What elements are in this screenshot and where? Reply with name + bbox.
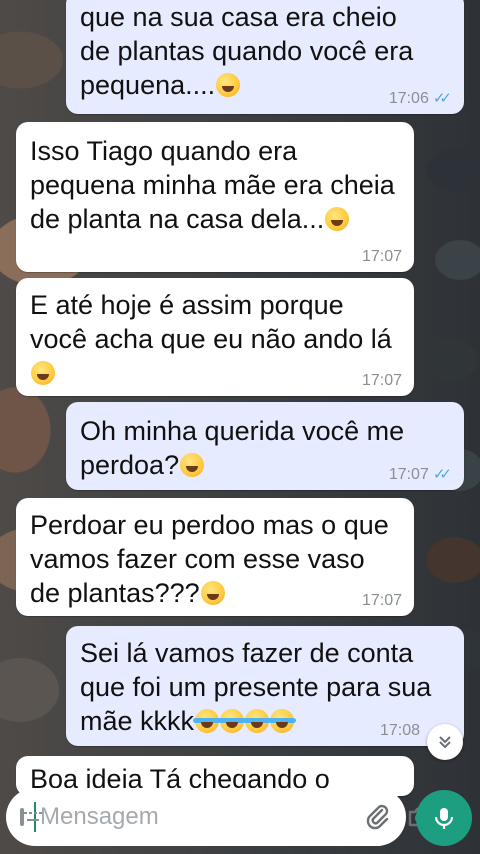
message-time: 17:07 — [388, 466, 429, 483]
grinning-sweat-emoji-icon — [200, 581, 225, 605]
disappointed-face-emoji-icon — [31, 361, 55, 385]
read-receipt-icon: ✓✓ — [432, 90, 452, 107]
message-composer — [6, 788, 432, 846]
message-bubble-outgoing[interactable]: que na sua casa era cheio de plantas qua… — [66, 0, 464, 114]
message-time: 17:07 — [361, 372, 402, 389]
attach-button[interactable] — [364, 802, 392, 832]
tears-of-joy-emoji-icon — [243, 709, 272, 733]
steaming-face-emoji-icon — [325, 207, 350, 231]
message-line: Sei lá vamos fazer de conta — [80, 638, 414, 668]
message-meta: 17:07 ✓✓ — [389, 466, 452, 484]
tears-of-joy-emoji-icon — [268, 709, 297, 733]
scroll-to-bottom-button[interactable] — [427, 724, 463, 760]
message-list[interactable]: que na sua casa era cheio de plantas qua… — [0, 0, 480, 854]
tears-of-joy-emoji-icon — [218, 709, 247, 733]
message-meta: 17:07 — [362, 592, 402, 610]
message-bubble-outgoing[interactable]: Oh minha querida você me perdoa? 17:07 ✓… — [66, 402, 464, 490]
message-line: de plantas??? — [30, 578, 200, 608]
keyboard-icon[interactable] — [20, 808, 42, 826]
message-time: 17:07 — [361, 248, 402, 265]
message-line: Oh minha querida você me — [80, 416, 405, 446]
message-line: que na sua casa era cheio — [80, 2, 397, 32]
message-line: vamos fazer com esse vaso — [30, 544, 365, 574]
message-line: pequena.... — [80, 70, 216, 100]
message-meta: 17:06 ✓✓ — [389, 90, 452, 108]
message-bubble-incoming[interactable]: Perdoar eu perdoo mas o que vamos fazer … — [16, 498, 414, 616]
message-line: de planta na casa dela... — [30, 204, 325, 234]
message-line: Isso Tiago quando era — [30, 136, 298, 166]
message-line: Perdoar eu perdoo mas o que — [30, 510, 389, 540]
message-line: E até hoje é assim porque — [30, 290, 344, 320]
message-time: 17:06 — [388, 90, 429, 107]
message-bubble-outgoing[interactable]: Sei lá vamos fazer de conta que foi um p… — [66, 626, 464, 746]
message-bubble-incoming[interactable]: Isso Tiago quando era pequena minha mãe … — [16, 122, 414, 272]
read-receipt-icon: ✓✓ — [432, 466, 452, 483]
tears-of-joy-emoji-icon — [193, 709, 222, 733]
voice-message-button[interactable] — [416, 790, 472, 846]
microphone-icon — [434, 808, 454, 829]
paperclip-icon — [366, 804, 389, 830]
message-input[interactable] — [34, 802, 350, 832]
message-time: 17:07 — [361, 592, 402, 609]
chevrons-down-icon — [439, 736, 451, 749]
message-line: pequena minha mãe era cheia — [30, 170, 395, 200]
message-line: você acha que eu não ando lá — [30, 324, 392, 354]
message-meta: 17:07 — [362, 248, 402, 266]
message-line: que foi um presente para sua — [80, 672, 432, 702]
anxious-face-emoji-icon — [216, 73, 241, 97]
message-bubble-incoming[interactable]: E até hoje é assim porque você acha que … — [16, 278, 414, 396]
message-line: perdoa? — [80, 450, 180, 480]
message-meta: 17:08 — [380, 722, 420, 740]
message-time: 17:08 — [379, 722, 420, 739]
message-line: de plantas quando você era — [80, 36, 414, 66]
message-line: mãe kkkk — [80, 706, 195, 736]
grinning-sweat-emoji-icon — [180, 453, 205, 477]
message-meta: 17:07 — [362, 372, 402, 390]
